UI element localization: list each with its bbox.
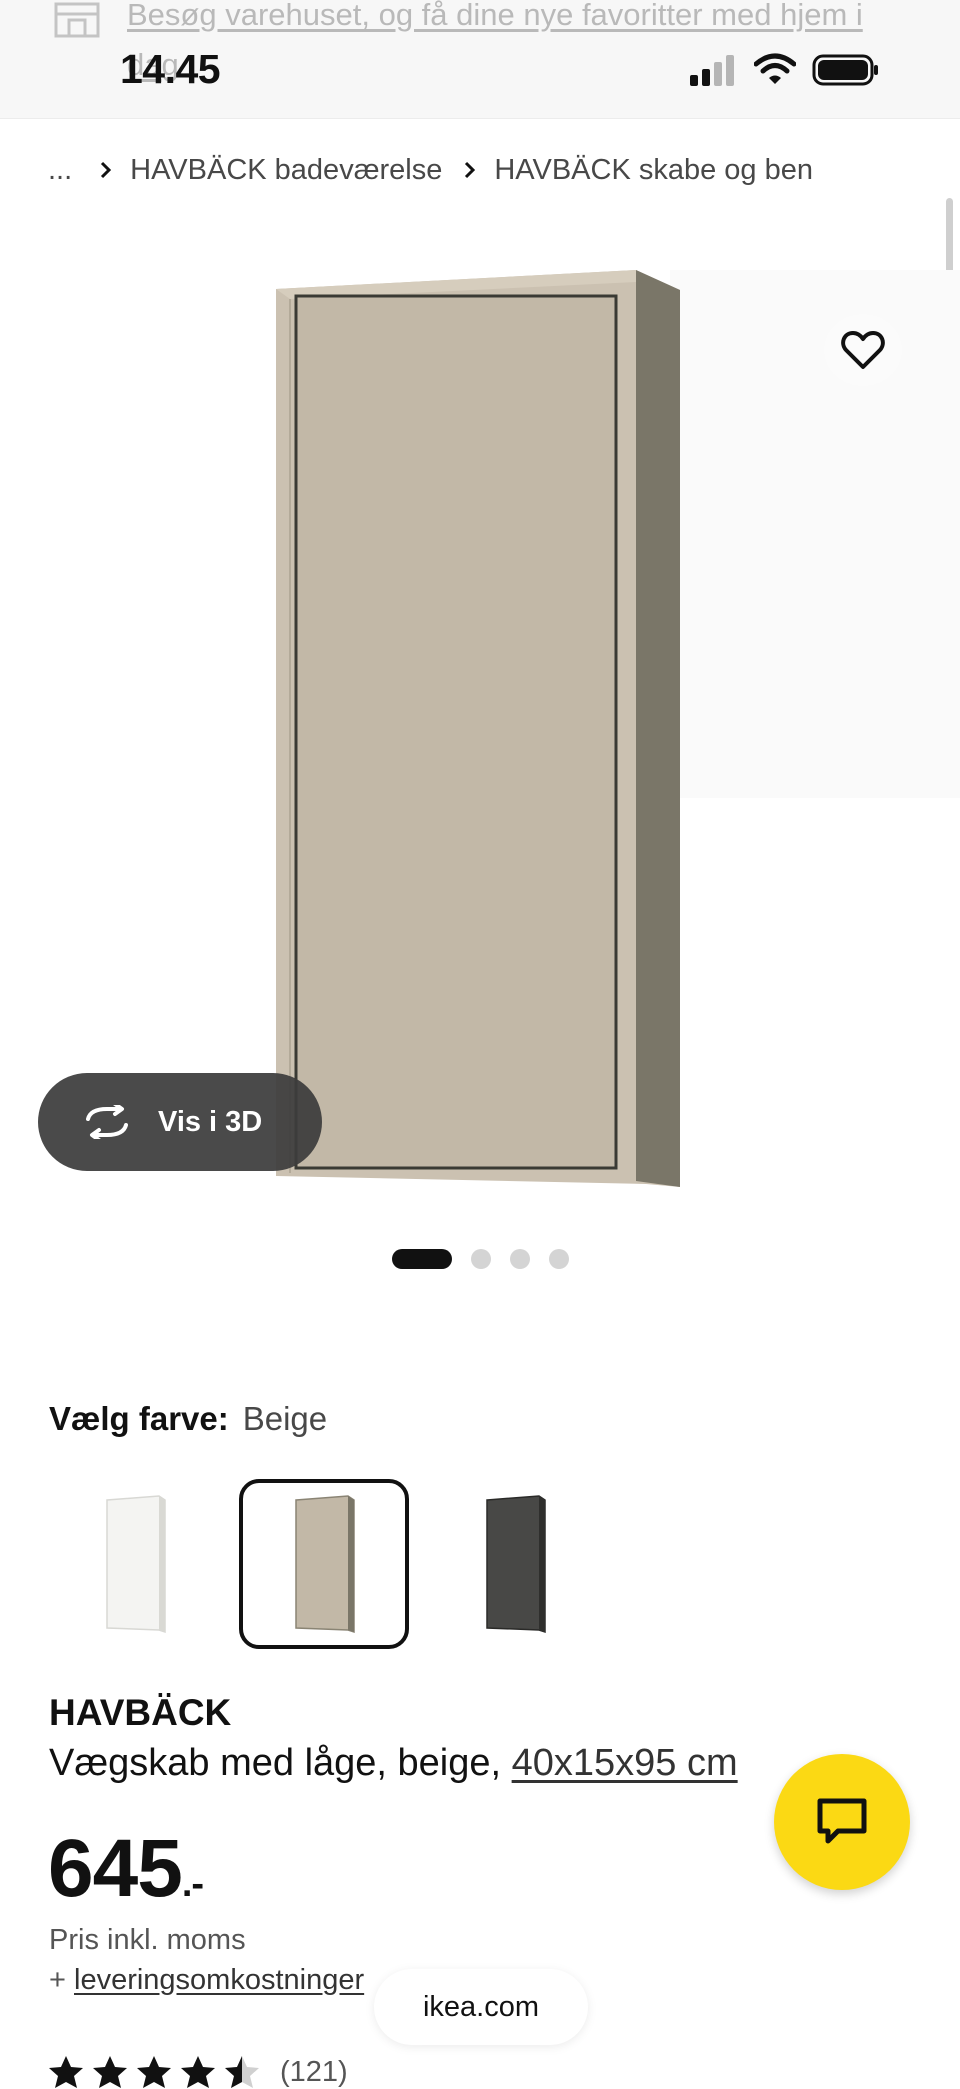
color-label: Vælg farve:: [49, 1400, 229, 1437]
status-time: 14.45: [120, 46, 221, 92]
heart-icon: [841, 331, 885, 369]
browser-url: ikea.com: [422, 1990, 540, 2023]
breadcrumb-item-bathroom[interactable]: HAVBÄCK badeværelse: [130, 154, 442, 187]
chevron-right-icon: [465, 161, 476, 179]
star-half-icon: [225, 2056, 259, 2088]
battery-icon: [812, 54, 878, 86]
store-icon: [54, 2, 100, 38]
favorite-button[interactable]: [824, 314, 902, 386]
swatch-image-beige: [295, 1495, 355, 1634]
view-3d-button[interactable]: Vis i 3D: [38, 1073, 322, 1171]
color-swatch-white[interactable]: [50, 1479, 220, 1649]
browser-url-bar[interactable]: ikea.com: [374, 1969, 588, 2045]
star-icon: [93, 2056, 127, 2088]
gallery-pagination: [392, 1248, 569, 1270]
star-icon: [137, 2056, 171, 2088]
swatch-image-white: [106, 1495, 166, 1634]
product-description: Vægskab med låge, beige, 40x15x95 cm: [49, 1742, 738, 1785]
price-suffix: .-: [181, 1863, 204, 1905]
wifi-icon: [754, 53, 796, 84]
breadcrumb: ... HAVBÄCK badeværelse HAVBÄCK skabe og…: [48, 150, 813, 190]
signal-icon: [690, 55, 734, 86]
star-icon: [181, 2056, 215, 2088]
price-value: 645: [48, 1823, 183, 1914]
color-swatch-dark-grey[interactable]: [430, 1479, 600, 1649]
delivery-cost-link[interactable]: leveringsomkostninger: [74, 1964, 364, 1996]
selected-color: Beige: [242, 1400, 328, 1437]
color-swatch-beige[interactable]: [239, 1479, 409, 1649]
gallery-dot[interactable]: [471, 1249, 491, 1269]
color-picker-label: Vælg farve: Beige: [49, 1400, 327, 1438]
rating-stars[interactable]: [48, 2055, 260, 2089]
chat-button[interactable]: [774, 1754, 910, 1890]
product-name: HAVBÄCK: [49, 1692, 232, 1733]
product-dimensions-link[interactable]: 40x15x95 cm: [512, 1742, 738, 1784]
breadcrumb-ellipsis[interactable]: ...: [48, 154, 72, 187]
chat-icon: [817, 1798, 867, 1844]
breadcrumb-item-cabinets[interactable]: HAVBÄCK skabe og ben: [494, 154, 813, 187]
product-image[interactable]: [276, 268, 686, 1193]
view-3d-label: Vis i 3D: [158, 1105, 263, 1138]
delivery-note: + leveringsomkostninger: [49, 1964, 364, 1997]
product-description-text: Vægskab med låge, beige,: [49, 1742, 512, 1784]
gallery-dot[interactable]: [549, 1249, 569, 1269]
image-background: [670, 270, 960, 798]
store-banner-link[interactable]: Besøg varehuset, og få dine nye favoritt…: [127, 0, 917, 90]
rotate-3d-icon: [86, 1105, 128, 1139]
gallery-dot[interactable]: [510, 1249, 530, 1269]
product-price: 645.-: [48, 1822, 204, 1916]
star-icon: [49, 2056, 83, 2088]
gallery-dot-active[interactable]: [392, 1249, 452, 1269]
chevron-right-icon: [101, 161, 112, 179]
review-count[interactable]: (121): [280, 2056, 348, 2089]
swatch-image-dark-grey: [486, 1495, 546, 1634]
delivery-prefix: +: [49, 1964, 74, 1996]
vat-note: Pris inkl. moms: [49, 1924, 246, 1956]
